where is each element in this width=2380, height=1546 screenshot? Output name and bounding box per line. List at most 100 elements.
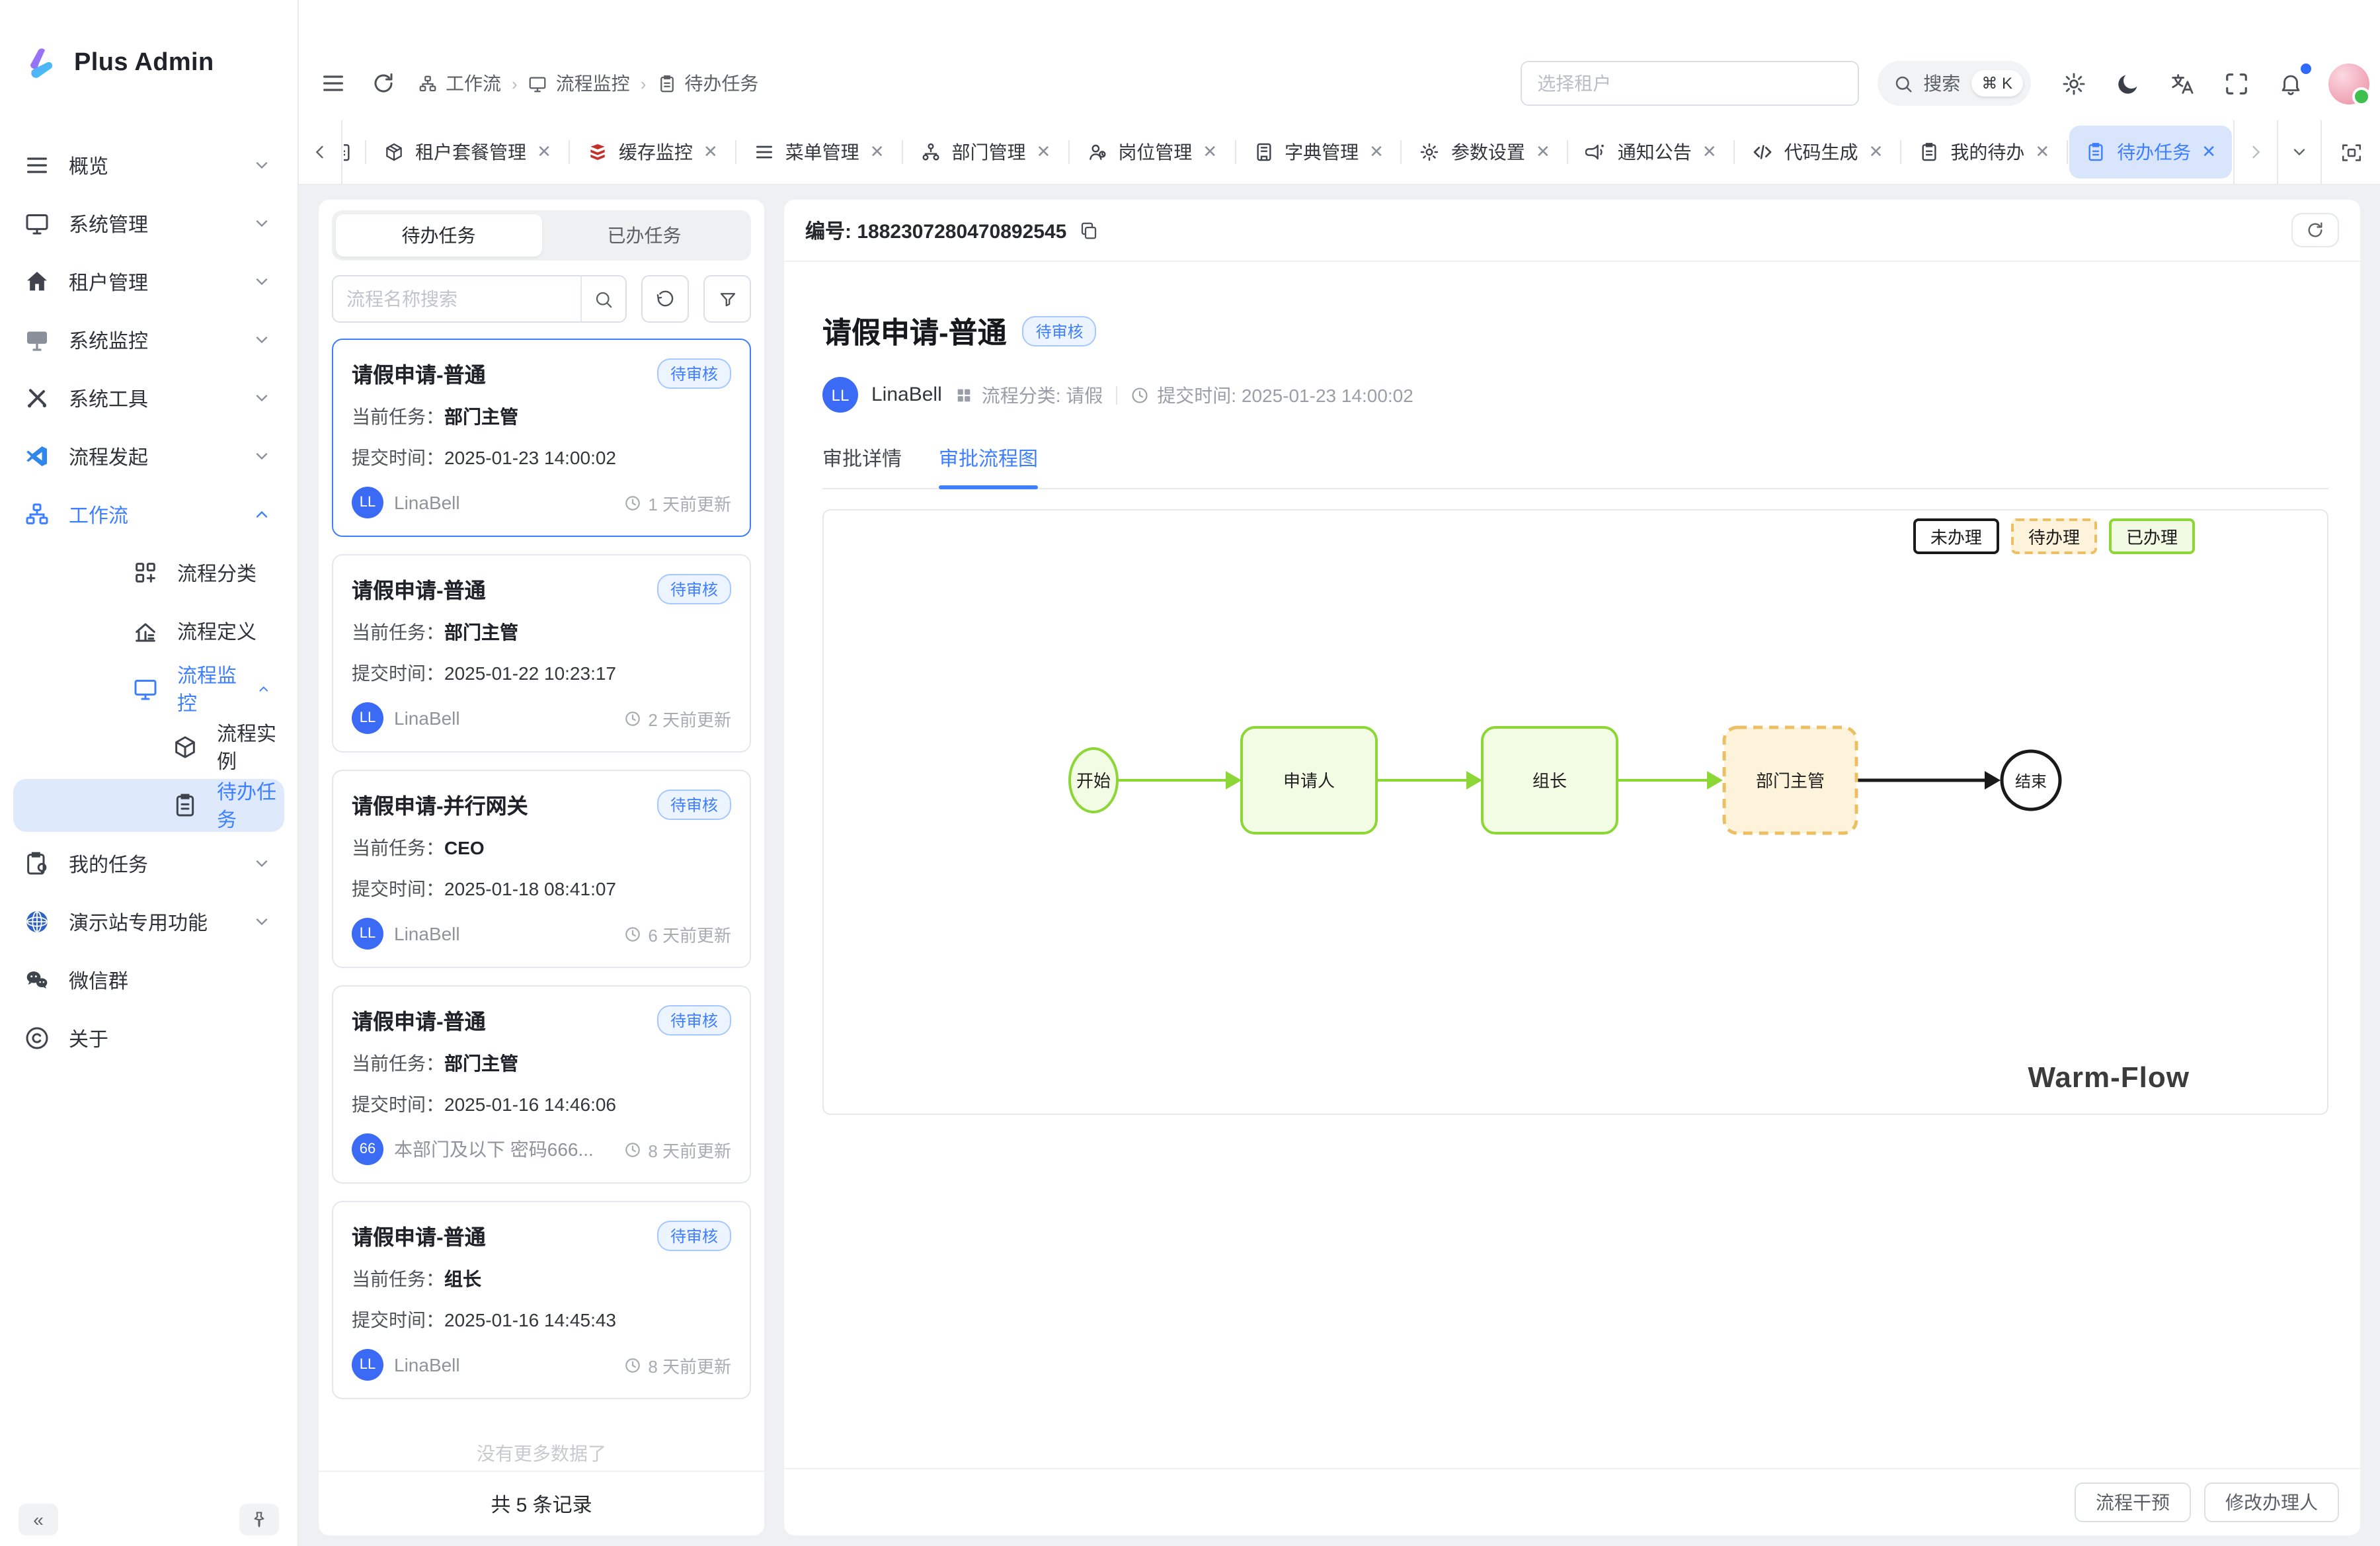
tabs-dropdown-button[interactable] [2277,120,2320,184]
online-status-dot [2352,87,2371,105]
sidebar-item-wechat-group[interactable]: 微信群 [13,954,284,1006]
sidebar-item-demo-features[interactable]: 演示站专用功能 [13,895,284,948]
search-submit-button[interactable] [580,276,625,321]
sidebar-item-process-definition[interactable]: 流程定义 [13,604,284,657]
chevron-down-icon [253,156,271,175]
tab-notice[interactable]: 通知公告 ✕ [1570,126,1733,179]
tab-clipped[interactable]: ✕ [344,126,364,179]
tabs-scroll-right-button[interactable] [2233,120,2277,184]
sidebar-item-system-tools[interactable]: 系统工具 [13,372,284,425]
fullscreen-icon[interactable] [2220,67,2252,99]
filter-button[interactable] [703,275,751,323]
close-icon[interactable]: ✕ [1203,142,1217,163]
dark-mode-moon-icon[interactable] [2112,67,2143,99]
sidebar-item-system-mgmt[interactable]: 系统管理 [13,197,284,250]
time-value: 2025-01-16 14:46:06 [444,1094,616,1115]
sidebar-item-process-launch[interactable]: 流程发起 [13,430,284,483]
task-card[interactable]: 请假申请-普通 待审核 当前任务：组长 提交时间：2025-01-16 14:4… [332,1201,751,1399]
breadcrumb-label: 工作流 [446,70,501,97]
close-icon[interactable]: ✕ [1037,142,1051,163]
tab-param-settings[interactable]: 参数设置 ✕ [1404,126,1566,179]
sidebar-item-process-monitor[interactable]: 流程监控 [13,663,284,715]
close-icon[interactable]: ✕ [870,142,885,163]
copy-icon[interactable] [1077,218,1101,242]
page-tabbar: ✕ 租户套餐管理 ✕ 缓存监控 ✕ 菜单管理 ✕ [299,120,2380,185]
close-icon[interactable]: ✕ [1536,142,1550,163]
modify-assignee-button[interactable]: 修改办理人 [2204,1483,2339,1522]
tab-approval-detail[interactable]: 审批详情 [822,444,902,488]
breadcrumb-label: 流程监控 [556,70,630,97]
breadcrumb-item-todo-tasks[interactable]: 待办任务 [656,70,758,97]
close-icon[interactable]: ✕ [537,142,551,163]
tabs-scroll-left-button[interactable] [299,120,342,184]
sidebar-item-process-category[interactable]: 流程分类 [13,546,284,599]
tenant-select-input[interactable] [1520,61,1858,106]
tab-menu-mgmt[interactable]: 菜单管理 ✕ [738,126,900,179]
clock-icon [1130,386,1149,404]
user-avatar[interactable] [2328,63,2369,104]
gear-icon[interactable] [2057,67,2089,99]
sidebar-item-workflow[interactable]: 工作流 [13,488,284,541]
close-icon[interactable]: ✕ [1869,142,1884,163]
sidebar-item-label: 流程实例 [217,719,284,775]
refresh-icon[interactable] [368,67,399,99]
task-card[interactable]: 请假申请-并行网关 待审核 当前任务：CEO 提交时间：2025-01-18 0… [332,770,751,968]
tab-cache-monitor[interactable]: 缓存监控 ✕ [571,126,734,179]
task-card[interactable]: 请假申请-普通 待审核 当前任务：部门主管 提交时间：2025-01-16 14… [332,985,751,1184]
task-card[interactable]: 请假申请-普通 待审核 当前任务：部门主管 提交时间：2025-01-22 10… [332,554,751,753]
funnel-icon [717,289,737,309]
tab-approval-diagram[interactable]: 审批流程图 [939,444,1038,488]
language-translate-icon[interactable] [2166,67,2198,99]
search-label: 搜索 [1923,70,1960,97]
avatar: LL [352,487,383,518]
sidebar-item-process-instance[interactable]: 流程实例 [13,721,284,774]
sidebar-item-system-monitor[interactable]: 系统监控 [13,313,284,366]
tab-label: 租户套餐管理 [415,139,526,165]
close-icon[interactable]: ✕ [1702,142,1717,163]
logo[interactable]: Plus Admin [0,0,298,127]
tab-post-mgmt[interactable]: 岗位管理 ✕ [1070,126,1233,179]
notifications-bell-icon[interactable] [2274,67,2306,99]
collapse-sidebar-button[interactable]: « [19,1504,58,1535]
task-user: LinaBell [394,1354,460,1375]
sidebar-item-my-tasks[interactable]: 我的任务 [13,837,284,890]
tab-my-todo[interactable]: 我的待办 ✕ [1903,126,2065,179]
process-intervene-button[interactable]: 流程干预 [2075,1483,2191,1522]
flow-diagram[interactable]: 开始 申请人 组长 部门主管 结束 [824,510,2364,1111]
process-name-search-input[interactable] [333,276,580,321]
close-icon[interactable]: ✕ [2035,142,2049,163]
sidebar-item-tenant-mgmt[interactable]: 租户管理 [13,255,284,308]
hamburger-menu-icon[interactable] [317,67,349,99]
close-icon[interactable]: ✕ [2202,142,2216,163]
tab-codegen[interactable]: 代码生成 ✕ [1737,126,1899,179]
category-grid-icon [955,386,974,404]
content-fullscreen-button[interactable] [2320,120,2380,184]
task-card[interactable]: 请假申请-普通 待审核 当前任务：部门主管 提交时间：2025-01-23 14… [332,339,751,537]
segment-done-tasks[interactable]: 已办任务 [541,214,747,257]
tab-dict-mgmt[interactable]: 字典管理 ✕ [1237,126,1400,179]
sidebar-item-todo-tasks[interactable]: 待办任务 [13,779,284,832]
grid-plus-icon [132,559,159,586]
content-area: 待办任务 已办任务 [299,185,2380,1546]
pin-sidebar-button[interactable] [239,1504,279,1535]
flow-node-label: 开始 [1076,771,1111,791]
sidebar-item-about[interactable]: 关于 [13,1012,284,1065]
tab-tenant-package[interactable]: 租户套餐管理 ✕ [368,126,567,179]
global-search-button[interactable]: 搜索 ⌘ K [1877,61,2031,106]
tab-department-mgmt[interactable]: 部门管理 ✕ [904,126,1067,179]
tab-todo-tasks-active[interactable]: 待办任务 ✕ [2069,126,2232,179]
reset-button[interactable] [641,275,689,323]
detail-refresh-button[interactable] [2291,213,2339,247]
breadcrumb-item-process-monitor[interactable]: 流程监控 [528,70,630,97]
sidebar-item-overview[interactable]: 概览 [13,139,284,192]
segment-todo-tasks[interactable]: 待办任务 [336,214,541,257]
close-icon[interactable]: ✕ [1369,142,1384,163]
breadcrumb-item-workflow[interactable]: 工作流 [418,70,501,97]
sidebar-item-label: 微信群 [69,966,128,994]
clock-icon [624,925,641,942]
sidebar-item-label: 概览 [69,151,108,179]
gear-icon [1419,142,1441,163]
process-meta: LL LinaBell 流程分类: 请假 提交时间: 2025-01-23 14… [822,377,2328,413]
close-icon[interactable]: ✕ [703,142,718,163]
tab-label: 参数设置 [1451,139,1525,165]
